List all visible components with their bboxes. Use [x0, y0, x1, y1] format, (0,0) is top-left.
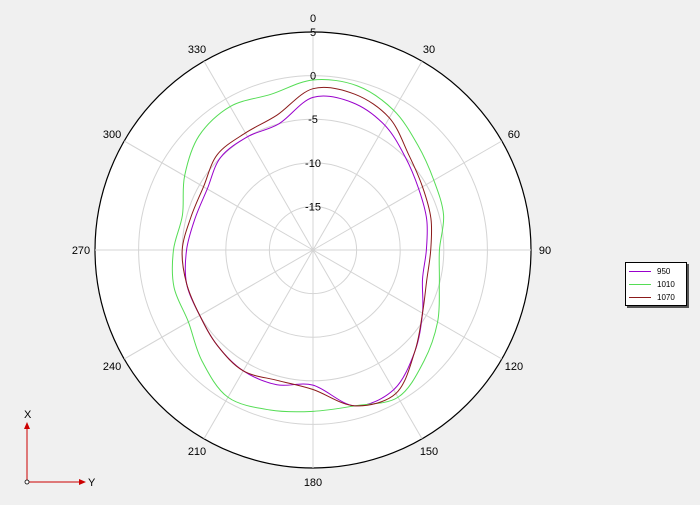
legend-swatch-1010 — [629, 284, 651, 285]
angle-tick-label: 30 — [423, 44, 435, 56]
x-axis-label: X — [24, 409, 32, 421]
legend-entry-1070: 1070 — [629, 291, 683, 304]
angle-tick-label: 0 — [310, 13, 316, 25]
legend-label-1070: 1070 — [657, 293, 675, 302]
radial-tick-label: -5 — [308, 114, 318, 126]
angle-tick-label: 120 — [505, 361, 523, 373]
radial-tick-label: -15 — [305, 201, 321, 213]
legend: 950 1010 1070 — [625, 262, 687, 306]
polar-plot-area: 0 30 60 90 120 150 180 210 240 270 300 330 5 0 -5 -10 -1… — [24, 13, 551, 489]
legend-label-950: 950 — [657, 267, 671, 276]
radial-tick-label: 5 — [310, 27, 316, 39]
y-axis-label: Y — [88, 477, 96, 489]
axis-indicator: X Y — [24, 409, 96, 489]
legend-entry-950: 950 — [629, 265, 683, 278]
angle-tick-label: 240 — [103, 361, 121, 373]
x-axis-arrowhead — [24, 422, 30, 429]
angle-tick-label: 150 — [420, 446, 438, 458]
axis-origin — [24, 479, 30, 485]
legend-swatch-1070 — [629, 297, 651, 298]
y-axis-arrowhead — [79, 479, 86, 485]
legend-label-1010: 1010 — [657, 280, 675, 289]
legend-swatch-950 — [629, 271, 651, 272]
radial-tick-label: 0 — [310, 71, 316, 83]
angle-tick-label: 90 — [539, 245, 551, 257]
polar-chart: 0 30 60 90 120 150 180 210 240 270 300 330 5 0 -5 -10 -1… — [0, 0, 700, 500]
angle-tick-label: 300 — [103, 129, 121, 141]
angle-tick-label: 210 — [188, 446, 206, 458]
angle-tick-label: 60 — [508, 129, 520, 141]
angle-tick-label: 270 — [72, 245, 90, 257]
legend-entry-1010: 1010 — [629, 278, 683, 291]
angle-tick-label: 180 — [304, 477, 322, 489]
angle-tick-label: 330 — [188, 44, 206, 56]
radial-tick-label: -10 — [305, 158, 321, 170]
